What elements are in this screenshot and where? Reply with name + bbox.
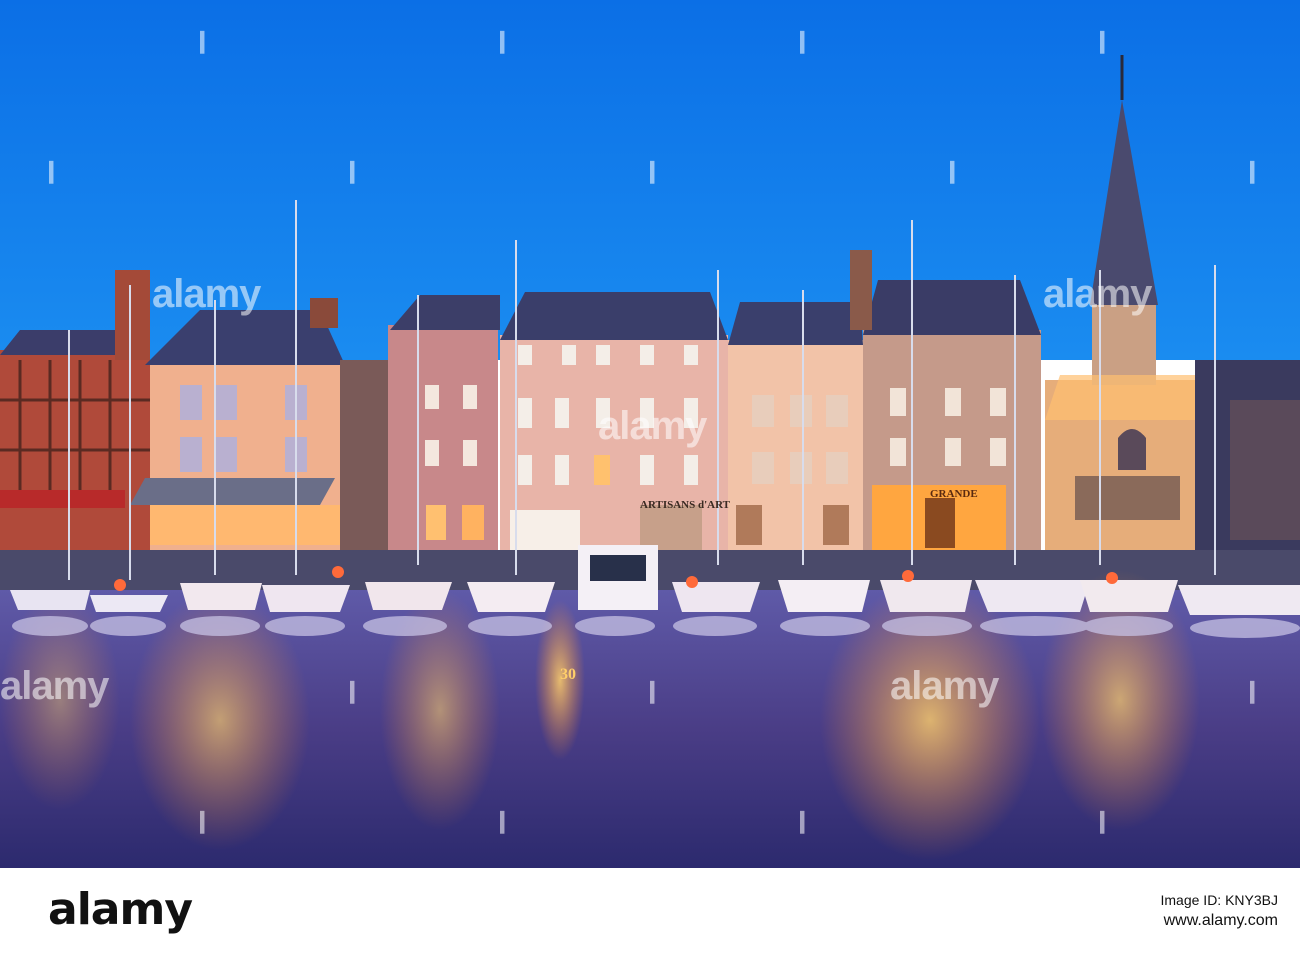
watermark-dot: ❙ [493, 28, 512, 53]
watermark-dot: ❙ [343, 678, 362, 703]
alamy-logo[interactable]: alamy [48, 884, 193, 935]
watermark-dot: ❙ [1243, 678, 1262, 703]
watermark-dot: ❙ [1093, 28, 1112, 53]
stock-photo-page: ARTISANS d'ART GRANDE 30 alamy alamy ala… [0, 0, 1300, 957]
watermark-dot: ❙ [193, 808, 212, 833]
watermark-dot: ❙ [943, 158, 962, 183]
watermark: alamy [598, 404, 707, 448]
watermark: alamy [1043, 272, 1152, 316]
watermark-dot: ❙ [643, 678, 662, 703]
image-info: Image ID: KNY3BJ www.alamy.com [1161, 892, 1279, 930]
site-url[interactable]: www.alamy.com [1161, 912, 1278, 930]
watermark: alamy [152, 272, 261, 316]
boat-number-reflection: 30 [560, 666, 576, 683]
hotel-sign: GRANDE [930, 488, 978, 500]
watermark-dot: ❙ [793, 28, 812, 53]
watermark-dot: ❙ [643, 158, 662, 183]
watermark-dot: ❙ [42, 158, 61, 183]
image-id: Image ID: KNY3BJ [1160, 892, 1279, 908]
watermark-dot: ❙ [1243, 158, 1262, 183]
watermark-dot: ❙ [1093, 808, 1112, 833]
watermark-dot: ❙ [193, 28, 212, 53]
watermark: alamy [0, 664, 109, 708]
harbour-photo: ARTISANS d'ART GRANDE 30 alamy alamy ala… [0, 0, 1300, 868]
shop-sign-artisans: ARTISANS d'ART [640, 499, 731, 511]
watermark-dot: ❙ [343, 158, 362, 183]
watermark-dot: ❙ [493, 808, 512, 833]
watermark-dot: ❙ [793, 808, 812, 833]
footer-bar [0, 868, 1300, 957]
watermark: alamy [890, 664, 999, 708]
